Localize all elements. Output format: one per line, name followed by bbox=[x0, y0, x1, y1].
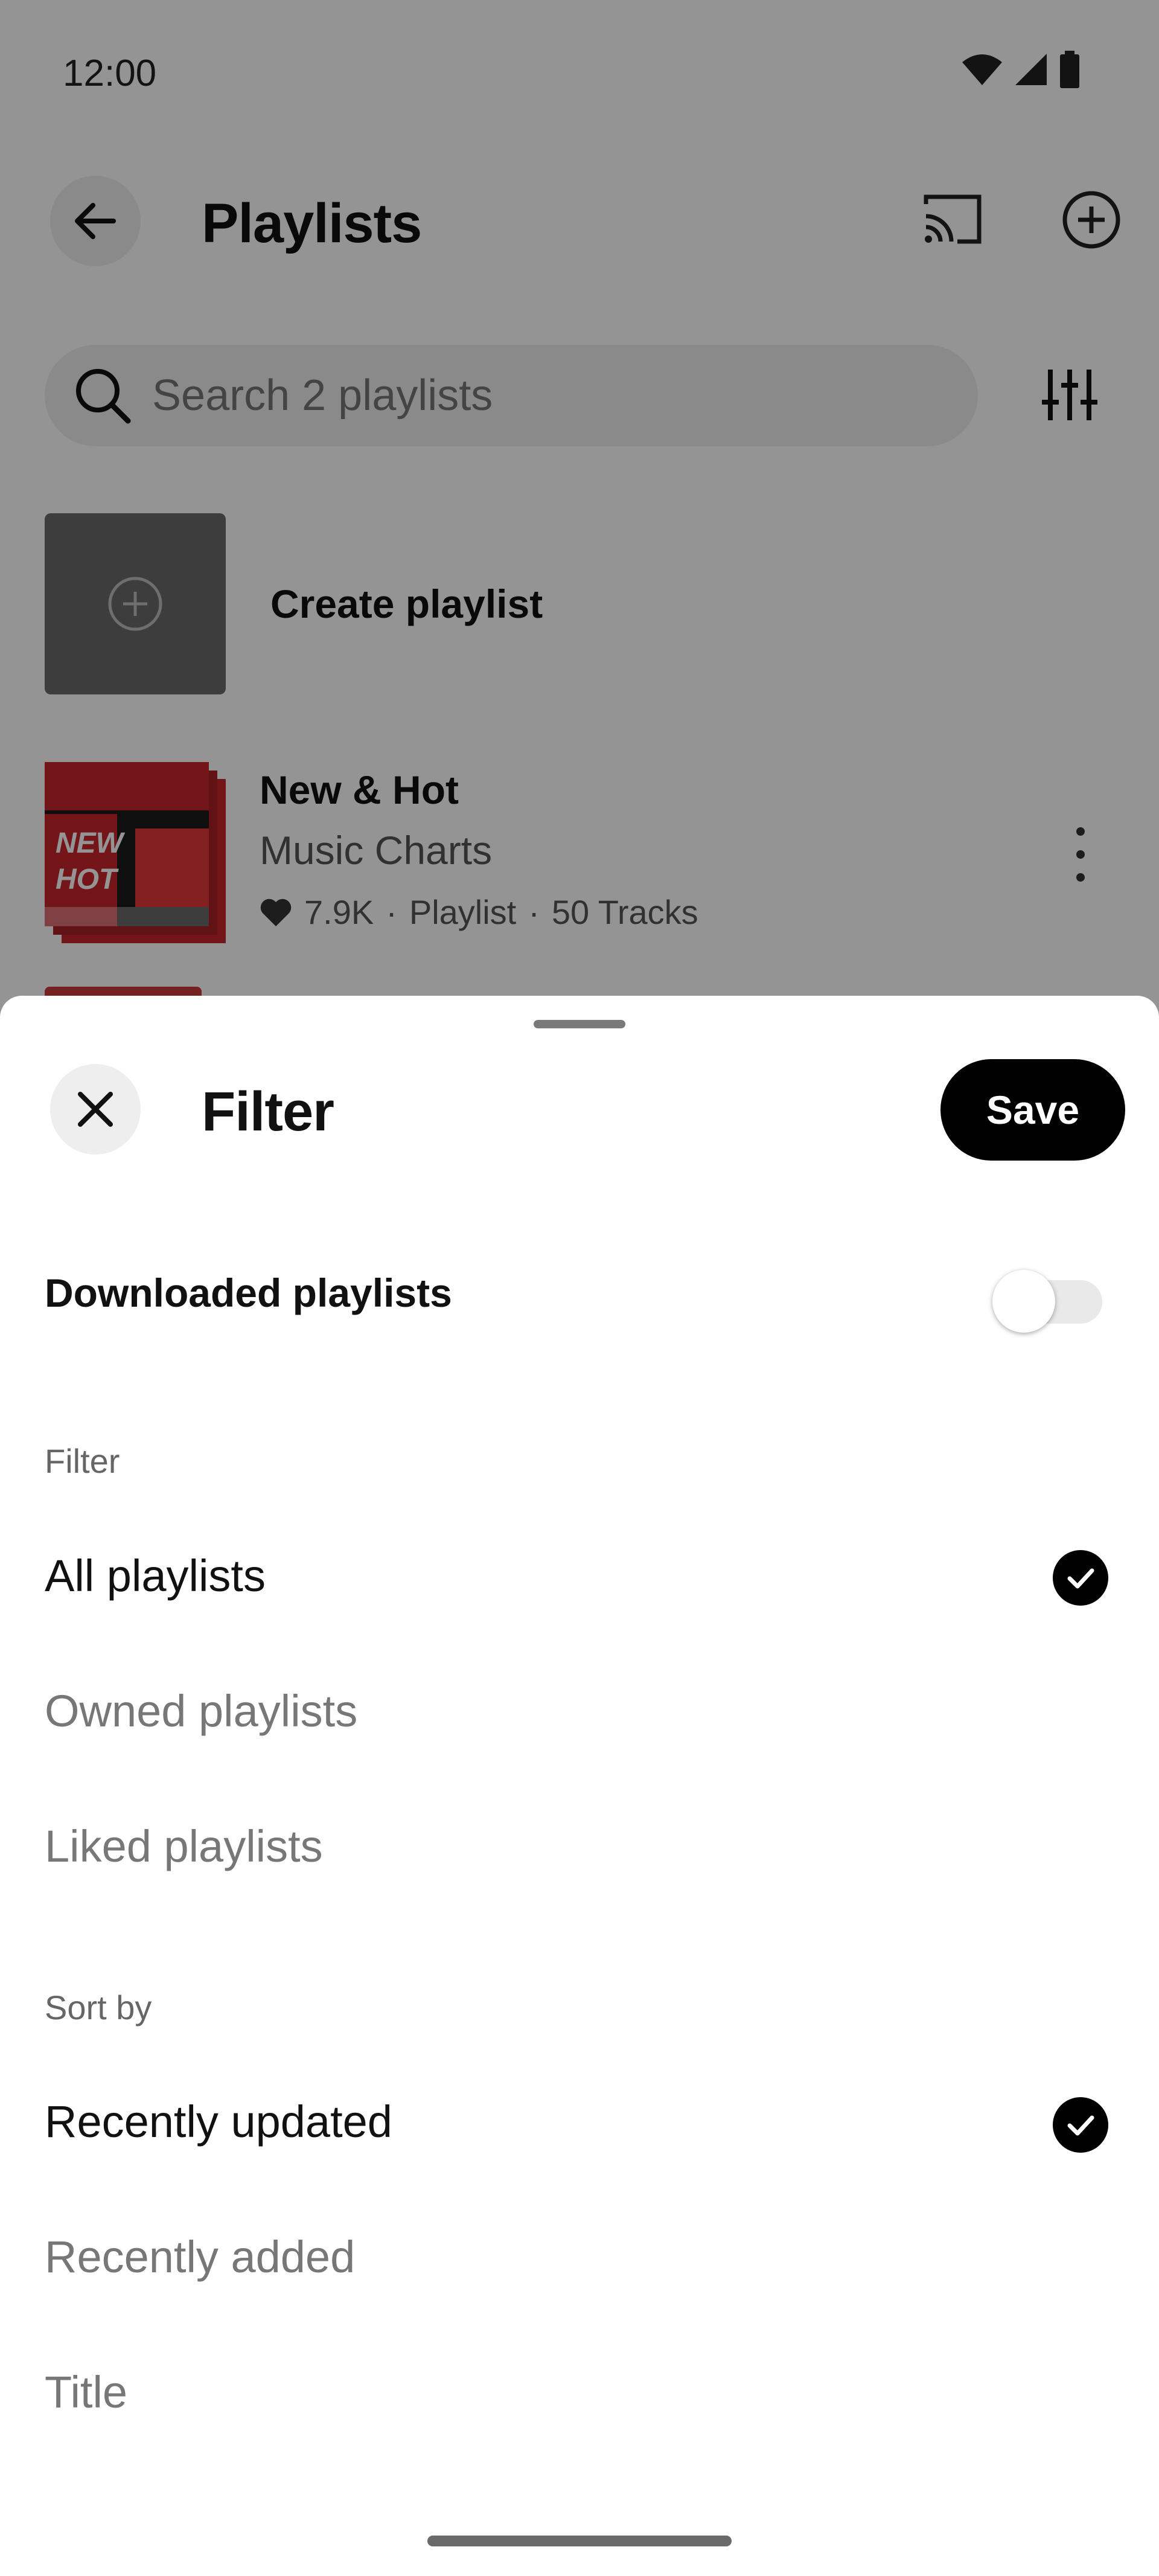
sort-option-recently-added[interactable]: Recently added bbox=[45, 2231, 355, 2283]
home-indicator[interactable] bbox=[427, 2536, 732, 2546]
save-button[interactable]: Save bbox=[940, 1059, 1125, 1161]
downloaded-toggle-knob[interactable] bbox=[992, 1270, 1055, 1333]
checkmark-icon bbox=[1053, 1550, 1108, 1606]
close-icon bbox=[78, 1092, 113, 1127]
checkmark-icon bbox=[1053, 2097, 1108, 2153]
sort-section-label: Sort by bbox=[45, 1988, 152, 2027]
filter-option-owned[interactable]: Owned playlists bbox=[45, 1685, 357, 1737]
filter-section-label: Filter bbox=[45, 1442, 120, 1480]
sort-option-recently-updated[interactable]: Recently updated bbox=[45, 2096, 392, 2147]
filter-option-liked[interactable]: Liked playlists bbox=[45, 1821, 323, 1872]
sheet-title: Filter bbox=[202, 1081, 334, 1142]
drag-handle[interactable] bbox=[534, 1020, 625, 1028]
filter-sheet: Filter Save Downloaded playlists Filter … bbox=[0, 996, 1159, 2576]
close-button[interactable] bbox=[50, 1064, 141, 1155]
filter-option-all[interactable]: All playlists bbox=[45, 1550, 266, 1601]
sort-option-title[interactable]: Title bbox=[45, 2366, 127, 2418]
downloaded-playlists-label: Downloaded playlists bbox=[45, 1270, 452, 1315]
